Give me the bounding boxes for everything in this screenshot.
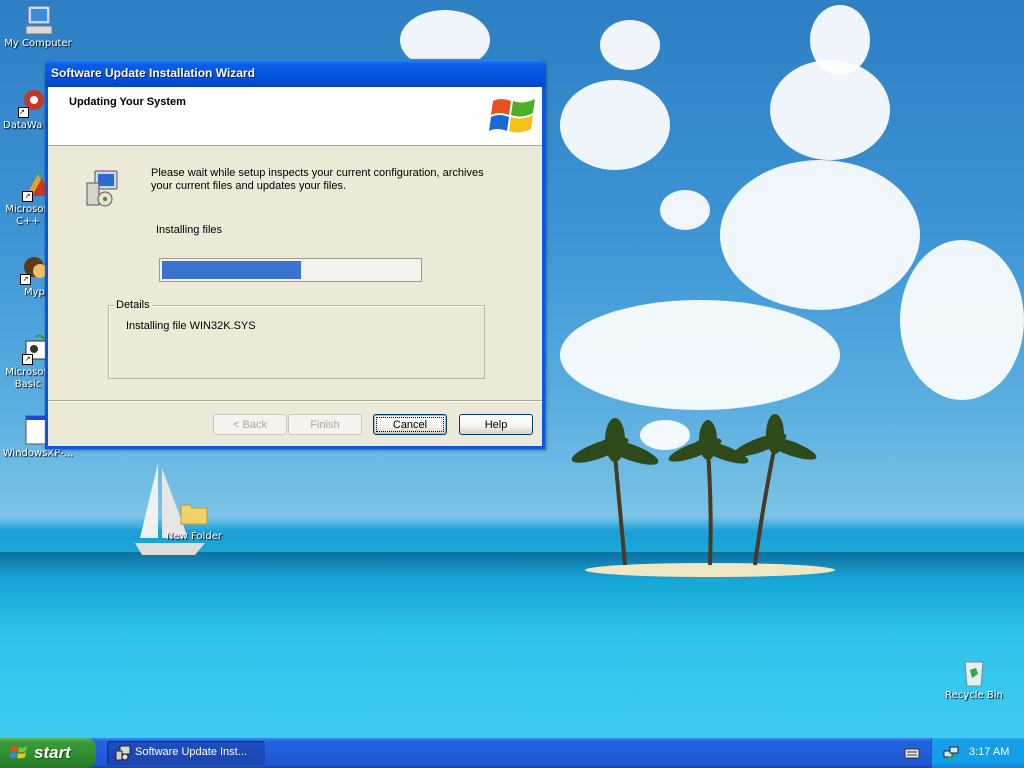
recycle-bin-icon bbox=[958, 656, 990, 688]
taskbar-item-software-update[interactable]: Software Update Inst... bbox=[107, 741, 265, 765]
setup-computer-icon bbox=[115, 745, 131, 761]
background-cloud bbox=[660, 190, 710, 230]
desktop-icon-new-folder[interactable]: New Folder bbox=[154, 497, 234, 542]
keyboard-icon[interactable] bbox=[904, 746, 920, 760]
shortcut-arrow-icon: ↗ bbox=[20, 274, 31, 285]
folder-icon bbox=[178, 497, 210, 529]
title-bar[interactable]: Software Update Installation Wizard bbox=[45, 59, 545, 87]
taskbar: start Software Update Inst... 3:17 AM bbox=[0, 738, 1024, 768]
background-cloud bbox=[560, 80, 670, 170]
progress-fill bbox=[162, 261, 301, 279]
shortcut-arrow-icon: ↗ bbox=[22, 354, 33, 365]
cancel-button[interactable]: Cancel bbox=[373, 414, 447, 435]
back-button[interactable]: < Back bbox=[213, 414, 287, 435]
sea bbox=[0, 552, 1024, 738]
palm-trees bbox=[571, 414, 817, 566]
desktop-icon-recycle-bin[interactable]: Recycle Bin bbox=[934, 656, 1014, 701]
background-cloud bbox=[560, 300, 840, 410]
details-text: Installing file WIN32K.SYS bbox=[126, 320, 256, 332]
desktop-icon-my-computer[interactable]: My Computer bbox=[0, 4, 78, 49]
my-computer-icon bbox=[22, 4, 54, 36]
details-label: Details bbox=[114, 299, 152, 311]
start-label: start bbox=[34, 743, 71, 762]
help-button[interactable]: Help bbox=[459, 414, 533, 435]
windows-logo-icon bbox=[489, 99, 535, 133]
windows-flag-icon bbox=[10, 746, 27, 759]
desktop-icon-label: My Computer bbox=[4, 38, 72, 49]
intro-text: Please wait while setup inspects your cu… bbox=[151, 167, 484, 192]
desktop-icon-label: New Folder bbox=[166, 531, 222, 542]
progress-bar bbox=[159, 258, 422, 282]
wizard-window[interactable]: Software Update Installation Wizard Upda… bbox=[45, 59, 545, 449]
clock[interactable]: 3:17 AM bbox=[969, 746, 1009, 758]
setup-computer-icon bbox=[86, 170, 118, 207]
start-button[interactable]: start bbox=[0, 738, 96, 768]
finish-button[interactable]: Finish bbox=[288, 414, 362, 435]
background-cloud bbox=[600, 20, 660, 70]
wizard-client-area: Updating Your System Please wait while s… bbox=[48, 87, 542, 446]
desktop-icon-label: WindowsXP-... bbox=[2, 448, 74, 459]
shortcut-arrow-icon: ↗ bbox=[18, 107, 29, 118]
shortcut-arrow-icon: ↗ bbox=[22, 191, 33, 202]
desktop-icon-label: Recycle Bin bbox=[945, 690, 1003, 701]
system-tray: 3:17 AM bbox=[931, 738, 1024, 768]
window-title: Software Update Installation Wizard bbox=[51, 66, 255, 80]
page-title: Updating Your System bbox=[69, 96, 186, 108]
background-cloud bbox=[810, 5, 870, 75]
background-cloud bbox=[770, 60, 890, 160]
button-separator bbox=[48, 400, 542, 402]
taskbar-item-label: Software Update Inst... bbox=[135, 746, 247, 758]
status-label: Installing files bbox=[156, 224, 223, 236]
network-icon[interactable] bbox=[943, 745, 959, 761]
wizard-header: Updating Your System bbox=[48, 87, 542, 146]
details-group-box bbox=[108, 305, 485, 379]
background-cloud bbox=[720, 160, 920, 310]
background-cloud bbox=[900, 240, 1024, 400]
